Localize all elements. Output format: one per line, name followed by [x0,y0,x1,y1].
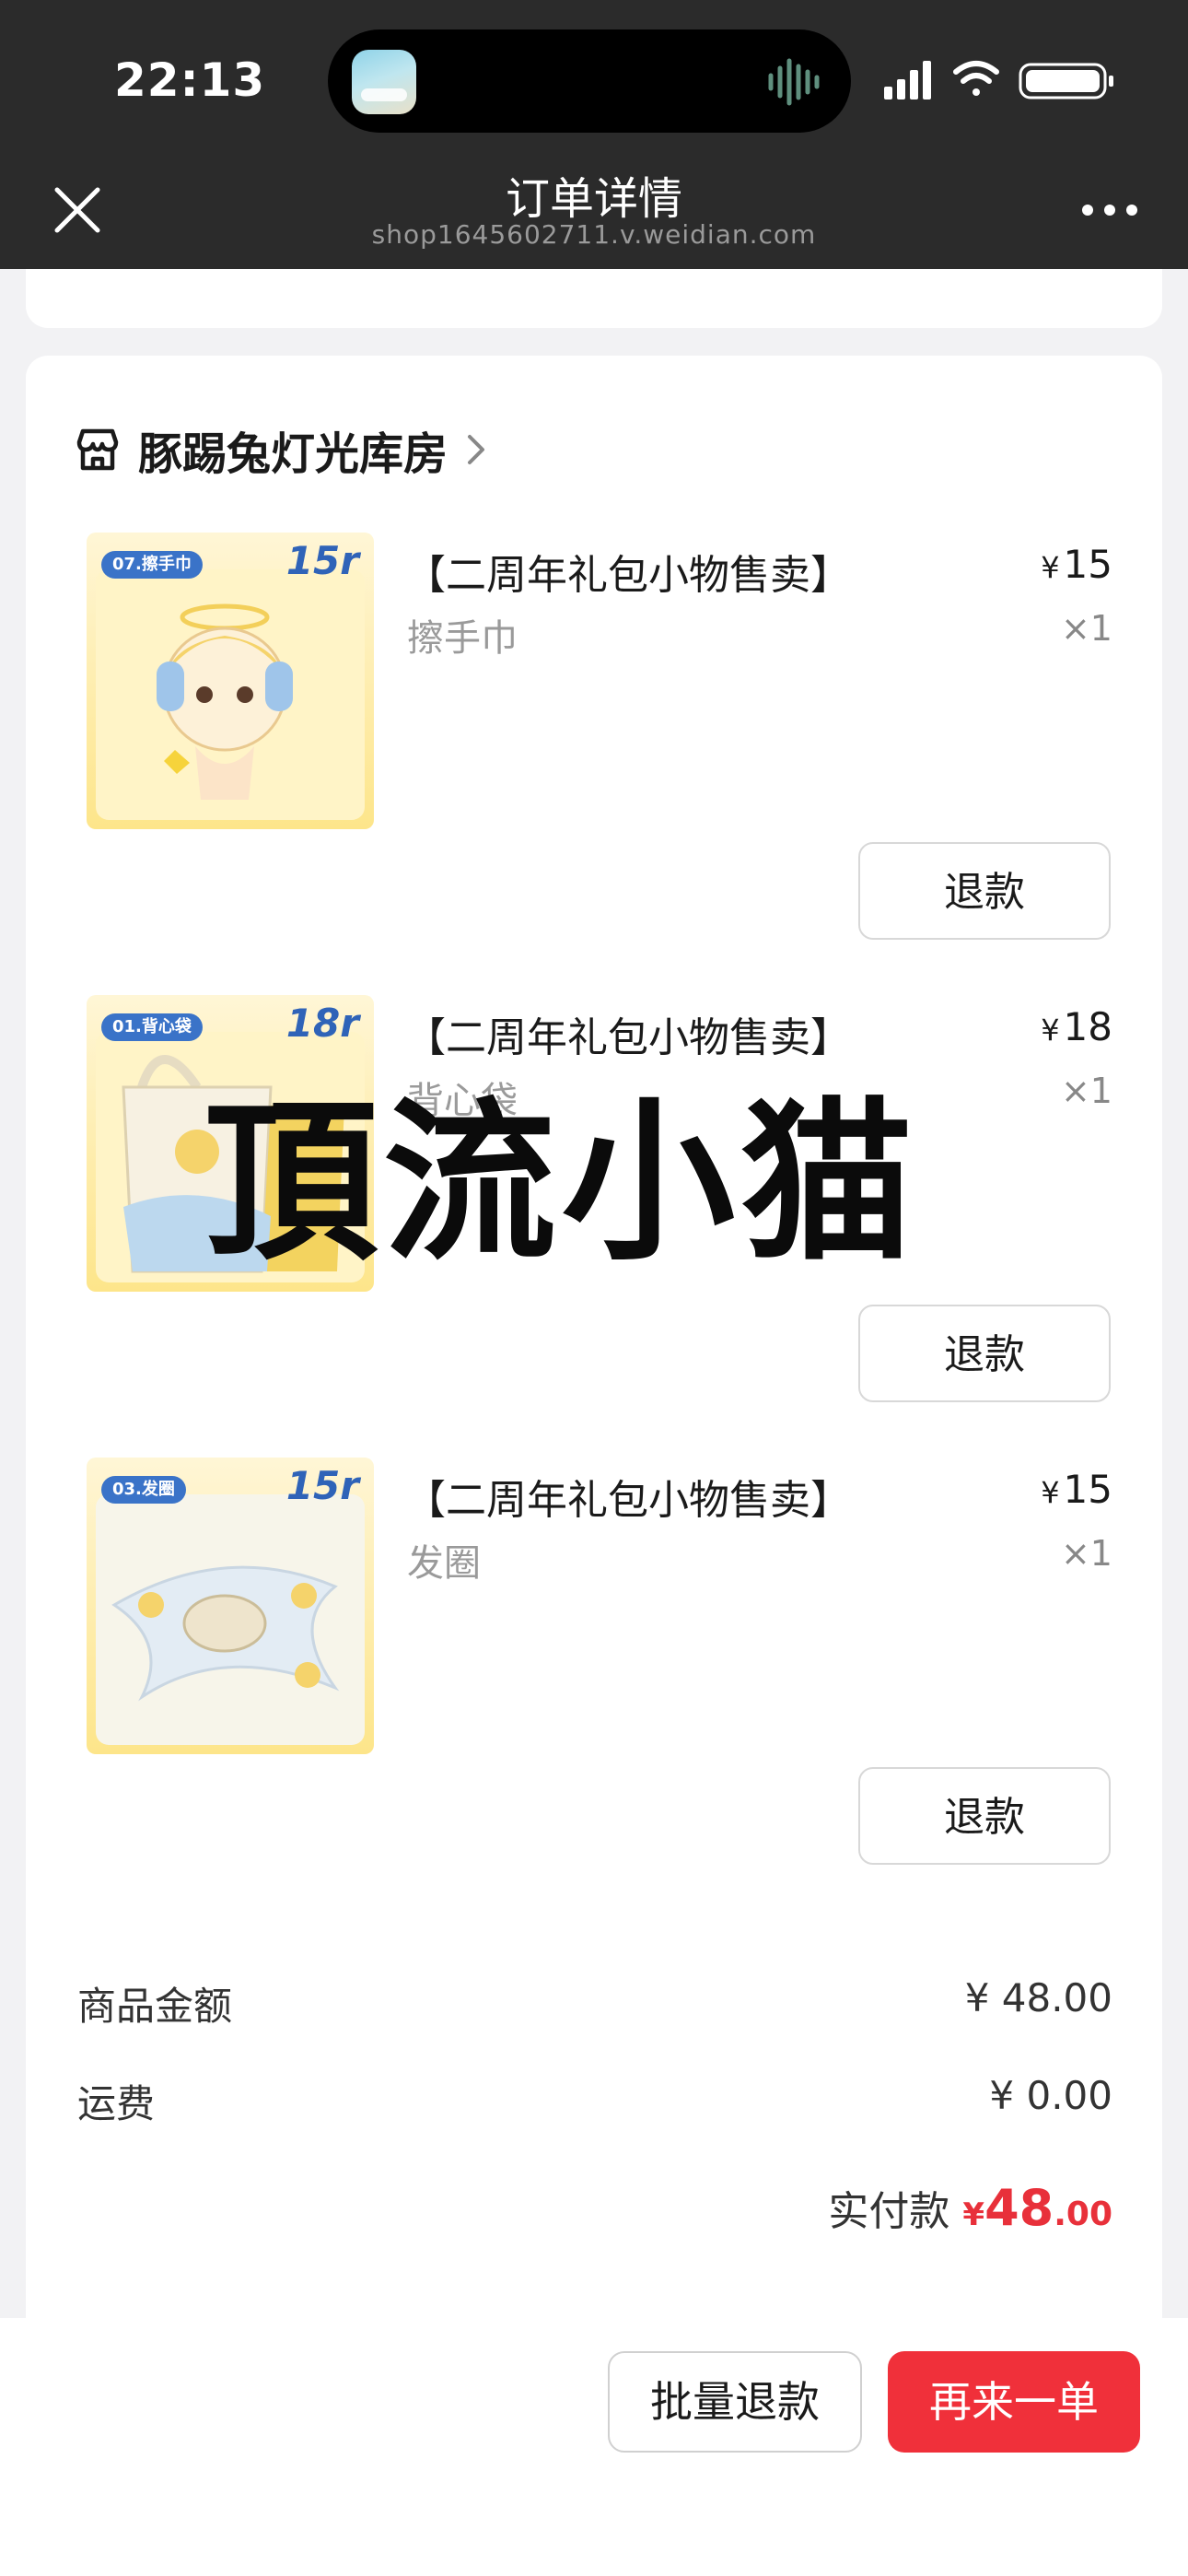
order-item[interactable]: 03.发圈 15r 【二周年礼包小物售卖】 发圈 ¥15 ×1 退款 [0,1458,1188,1918]
page-title: 订单详情 [505,173,682,225]
shop-name: 豚踢兔灯光库房 [138,428,448,480]
item-title: 【二周年礼包小物售卖】 [405,552,851,599]
item-title: 【二周年礼包小物售卖】 [405,1477,851,1524]
product-image-price: 18r [285,1001,359,1046]
item-variant: 发圈 [407,1542,481,1585]
app-icon[interactable] [352,50,416,114]
item-quantity: ×1 [1060,608,1112,649]
batch-refund-button[interactable]: 批量退款 [608,2351,862,2453]
goods-amount-row: 商品金额 ¥ 48.00 [77,1975,1112,2032]
product-image-price: 15r [285,1463,359,1508]
page-url: shop1645602711.v.weidian.com [371,219,817,250]
shop-link[interactable]: 豚踢兔灯光库房 [74,422,488,480]
product-image[interactable]: 07.擦手巾 15r [87,533,374,829]
refund-button[interactable]: 退款 [858,1305,1111,1402]
store-icon [76,428,119,471]
item-variant: 擦手巾 [407,617,518,660]
paid-label: 实付款 [828,2188,950,2235]
paid-amount: ¥48.00 [962,2179,1112,2237]
cellular-signal-icon [884,61,931,100]
previous-card [26,269,1162,328]
shipping-label: 运费 [77,2081,156,2126]
product-image-price: 15r [285,538,359,583]
product-tag: 07.擦手巾 [101,551,203,579]
battery-icon [1019,63,1113,100]
reorder-button[interactable]: 再来一单 [888,2351,1140,2453]
chevron-right-icon [468,435,485,464]
product-tag: 01.背心袋 [101,1013,203,1041]
refund-button[interactable]: 退款 [858,842,1111,940]
watermark-text: 頂流小猫 [204,1081,919,1284]
wifi-icon [953,61,999,96]
goods-amount-label: 商品金额 [77,1984,233,2029]
status-icons [884,61,1113,100]
order-item[interactable]: 07.擦手巾 15r 【二周年礼包小物售卖】 擦手巾 ¥15 ×1 退款 [0,533,1188,993]
shipping-value: ¥ 0.00 [989,2073,1112,2118]
item-quantity: ×1 [1060,1071,1112,1111]
item-price: ¥15 [1041,1467,1112,1512]
item-price: ¥18 [1041,1004,1112,1049]
item-price: ¥15 [1041,542,1112,587]
audio-waveform-icon [768,58,820,106]
item-quantity: ×1 [1060,1533,1112,1574]
status-time: 22:13 [114,53,266,107]
shipping-row: 运费 ¥ 0.00 [77,2073,1112,2129]
more-options-icon[interactable] [1077,192,1142,228]
product-image[interactable]: 03.发圈 15r [87,1458,374,1754]
refund-button[interactable]: 退款 [858,1767,1111,1865]
dynamic-island [328,29,851,133]
goods-amount-value: ¥ 48.00 [964,1975,1112,2020]
paid-amount-row: 实付款 ¥48.00 [828,2178,1112,2237]
product-tag: 03.发圈 [101,1476,186,1504]
